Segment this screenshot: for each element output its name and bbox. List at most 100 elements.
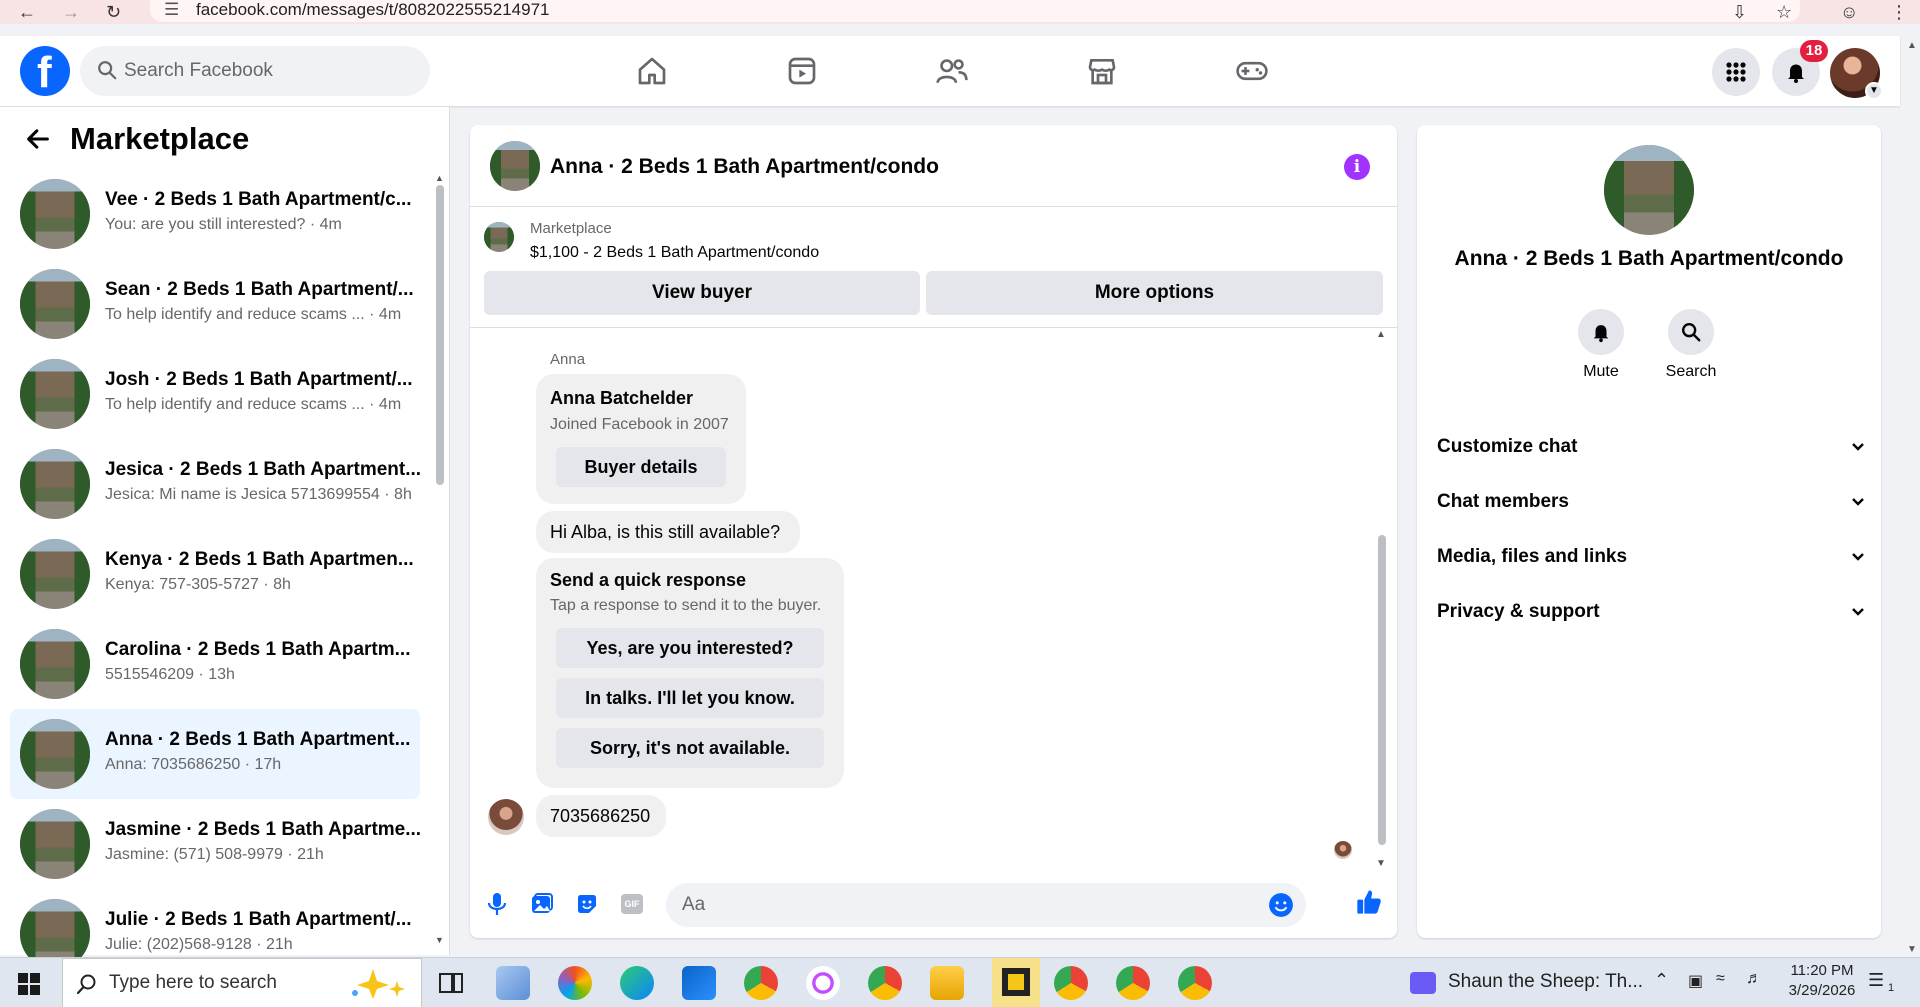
listing-thumbnail[interactable] [490,141,540,191]
quick-response-yes[interactable]: Yes, are you interested? [556,628,824,668]
conversation-preview: Kenya: 757-305-5727 · 8h [105,576,291,593]
message-text: Hi Alba, is this still available? [550,522,781,542]
message-input-box[interactable] [666,883,1306,927]
edge-icon[interactable] [620,966,654,1000]
section-customize-chat[interactable]: Customize chat [1437,427,1865,467]
more-options-button[interactable]: More options [926,271,1383,315]
chat-scrollbar[interactable]: ▲ ▼ [1376,329,1388,869]
facebook-logo-icon[interactable]: f [20,46,70,97]
scrollbar-thumb[interactable] [1378,535,1386,845]
taskbar-app-icon[interactable] [806,966,840,1000]
search-box[interactable] [80,46,430,96]
conversation-item[interactable]: Jesica · 2 Beds 1 Bath Apartment... Jesic… [10,439,421,529]
back-arrow-icon[interactable]: ← [18,0,36,24]
quick-response-title: Send a quick response [550,570,747,590]
message-input[interactable] [682,891,1242,919]
mute-action[interactable]: Mute [1561,309,1641,381]
gif-icon[interactable]: GIF [617,889,647,919]
profile-icon[interactable]: ☺ [1840,0,1858,24]
conversation-item[interactable]: Kenya · 2 Beds 1 Bath Apartmen... Kenya: … [10,529,420,619]
page-scrollbar[interactable]: ▲ ▼ [1904,40,1920,955]
quick-response-in-talks[interactable]: In talks. I'll let you know. [556,678,824,718]
conversation-item[interactable]: Jasmine · 2 Beds 1 Bath Apartme... Jasmin… [10,799,421,889]
conversation-item[interactable]: Anna · 2 Beds 1 Bath Apartment... Anna: 7… [10,709,420,799]
chrome-icon[interactable] [1054,966,1088,1000]
outlook-icon[interactable] [682,966,716,1000]
chat-title[interactable]: Anna · 2 Beds 1 Bath Apartment/condo [550,155,939,179]
menu-dots-icon[interactable]: ⋮ [1890,0,1908,24]
taskbar-search[interactable]: Type here to search [62,958,422,1007]
back-arrow-icon[interactable] [24,125,52,153]
quick-response-not-available[interactable]: Sorry, it's not available. [556,728,824,768]
conversation-list: Vee · 2 Beds 1 Bath Apartment/c... You: a… [10,169,421,979]
address-bar[interactable]: ☰ facebook.com/messages/t/80820225552149… [150,0,1800,22]
photo-icon[interactable] [527,889,557,919]
file-explorer-icon[interactable] [930,966,964,1000]
task-view-icon[interactable] [434,966,468,1000]
show-hidden-icons-chevron-icon[interactable]: ⌃ [1654,970,1669,991]
listing-price[interactable]: $1,100 - 2 Beds 1 Bath Apartment/condo [530,244,819,262]
section-privacy-support[interactable]: Privacy & support [1437,592,1865,632]
chevron-down-icon [1852,443,1864,451]
conversation-name: Sean · 2 Beds 1 Bath Apartment/... [105,279,414,300]
chrome-icon[interactable] [744,966,778,1000]
view-buyer-button[interactable]: View buyer [484,271,920,315]
search-input[interactable] [124,56,414,86]
like-thumb-icon[interactable] [1354,887,1384,917]
reload-icon[interactable]: ↻ [106,0,121,24]
conversation-item[interactable]: Vee · 2 Beds 1 Bath Apartment/c... You: a… [10,169,420,259]
search-action[interactable]: Search [1651,309,1731,381]
menu-grid-icon[interactable] [1712,48,1760,96]
chrome-icon[interactable] [1178,966,1212,1000]
wifi-icon[interactable]: ≈ [1716,970,1725,988]
section-media-files-links[interactable]: Media, files and links [1437,537,1865,577]
conversation-preview: 5515546209 · 13h [105,666,235,683]
marketplace-sidebar: Marketplace Vee · 2 Beds 1 Bath Apartmen… [0,107,450,969]
chrome-icon[interactable] [868,966,902,1000]
taskbar-app-icon[interactable] [496,966,530,1000]
site-info-icon[interactable]: ☰ [164,0,179,20]
info-icon[interactable]: i [1344,154,1370,180]
video-icon[interactable] [782,51,822,91]
sticker-icon[interactable] [572,889,602,919]
clock-date[interactable]: 3/29/2026 [1782,982,1862,999]
friends-icon[interactable] [932,51,972,91]
microphone-icon[interactable] [482,889,512,919]
details-title: Anna · 2 Beds 1 Bath Apartment/condo [1454,247,1844,270]
conversation-item[interactable]: Josh · 2 Beds 1 Bath Apartment/... To hel… [10,349,420,439]
forward-arrow-icon[interactable]: → [62,0,80,24]
clock-time[interactable]: 11:20 PM [1782,962,1862,979]
emoji-icon[interactable] [1268,892,1294,918]
conversation-item[interactable]: Sean · 2 Beds 1 Bath Apartment/... To hel… [10,259,420,349]
conversation-preview: Julie: (202)568-9128 · 21h [105,936,293,953]
sidebar-scrollbar[interactable]: ▲ ▼ [434,173,446,945]
buyer-details-button[interactable]: Buyer details [556,447,726,487]
copilot-icon[interactable] [558,966,592,1000]
conversation-item[interactable]: Carolina · 2 Beds 1 Bath Apartm... 551554… [10,619,420,709]
sender-avatar[interactable] [488,799,524,835]
conversation-name: Josh · 2 Beds 1 Bath Apartment/... [105,369,413,390]
conversation-preview: Anna: 7035686250 · 17h [105,756,282,773]
volume-icon[interactable]: ♬ [1746,970,1762,988]
bookmark-star-icon[interactable]: ☆ [1776,0,1792,24]
media-title[interactable]: Shaun the Sheep: Th... [1448,971,1643,993]
notification-center-icon[interactable]: ☰ [1868,970,1884,991]
chrome-icon[interactable] [1116,966,1150,1000]
section-chat-members[interactable]: Chat members [1437,482,1865,522]
mute-label: Mute [1583,363,1619,380]
gaming-icon[interactable] [1232,51,1272,91]
mute-bell-icon[interactable] [1578,309,1624,355]
sticky-notes-icon[interactable] [992,958,1040,1007]
conversation-name: Kenya · 2 Beds 1 Bath Apartmen... [105,549,414,570]
install-icon[interactable]: ⇩ [1732,0,1747,24]
account-avatar[interactable]: ▼ [1830,48,1883,100]
buyer-joined: Joined Facebook in 2007 [550,416,729,433]
marketplace-icon[interactable] [1082,51,1122,91]
scrollbar-thumb[interactable] [436,185,444,485]
windows-start-icon[interactable] [18,973,40,995]
search-icon[interactable] [1668,309,1714,355]
device-icon[interactable]: ▣ [1688,971,1703,991]
home-icon[interactable] [632,51,672,91]
media-app-icon[interactable] [1410,972,1436,994]
listing-large-thumbnail[interactable] [1604,145,1694,235]
